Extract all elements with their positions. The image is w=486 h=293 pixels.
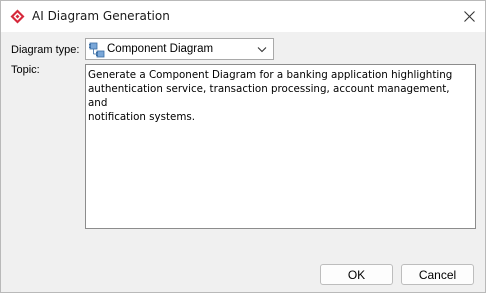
component-diagram-icon	[89, 42, 105, 58]
diagram-type-select[interactable]: Component Diagram	[85, 38, 274, 60]
window-title: AI Diagram Generation	[32, 9, 170, 23]
chevron-down-icon	[257, 47, 267, 53]
diagram-type-value: Component Diagram	[107, 43, 214, 55]
app-logo-icon	[10, 9, 25, 24]
diagram-type-label: Diagram type:	[11, 44, 80, 56]
dialog-window: AI Diagram Generation Diagram type: Comp…	[0, 0, 486, 293]
cancel-button[interactable]: Cancel	[401, 264, 474, 285]
title-bar[interactable]: AI Diagram Generation	[1, 1, 485, 32]
topic-textarea[interactable]: Generate a Component Diagram for a banki…	[85, 64, 476, 229]
ok-button[interactable]: OK	[320, 264, 393, 285]
close-icon	[463, 11, 475, 22]
close-button[interactable]	[453, 1, 485, 32]
topic-label: Topic:	[11, 64, 40, 76]
